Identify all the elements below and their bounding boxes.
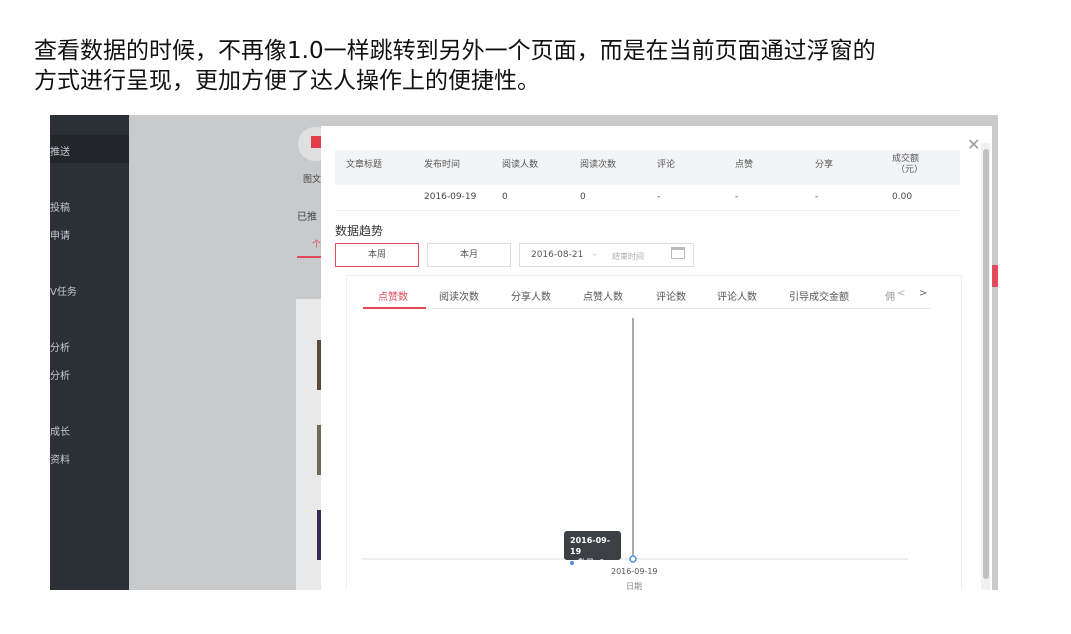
x-axis-label: 日期 bbox=[626, 582, 642, 590]
screenshot: 推送 投稿 申请 V任务 分析 分析 成长 资料 图文 已推 个 ✕ 文章标题 … bbox=[50, 115, 998, 590]
tooltip-label: 数量 bbox=[578, 558, 594, 567]
tooltip-date: 2016-09-19 bbox=[570, 536, 611, 556]
series-dot-icon bbox=[570, 560, 574, 565]
trend-chart bbox=[361, 318, 908, 563]
chart-tooltip: 2016-09-19 数量: 0 bbox=[564, 531, 621, 567]
caption-line-2: 方式进行呈现，更加方便了达人操作上的便捷性。 bbox=[34, 68, 540, 94]
caption-line-1: 查看数据的时候，不再像1.0一样跳转到另外一个页面，而是在当前页面通过浮窗的 bbox=[34, 38, 876, 64]
data-point[interactable] bbox=[629, 555, 637, 563]
x-tick-label: 2016-09-19 bbox=[611, 567, 658, 576]
tooltip-value: 0 bbox=[599, 558, 605, 567]
slide-caption: 查看数据的时候，不再像1.0一样跳转到另外一个页面，而是在当前页面通过浮窗的 方… bbox=[34, 36, 1034, 96]
tooltip-value-row: 数量: 0 bbox=[570, 557, 615, 568]
